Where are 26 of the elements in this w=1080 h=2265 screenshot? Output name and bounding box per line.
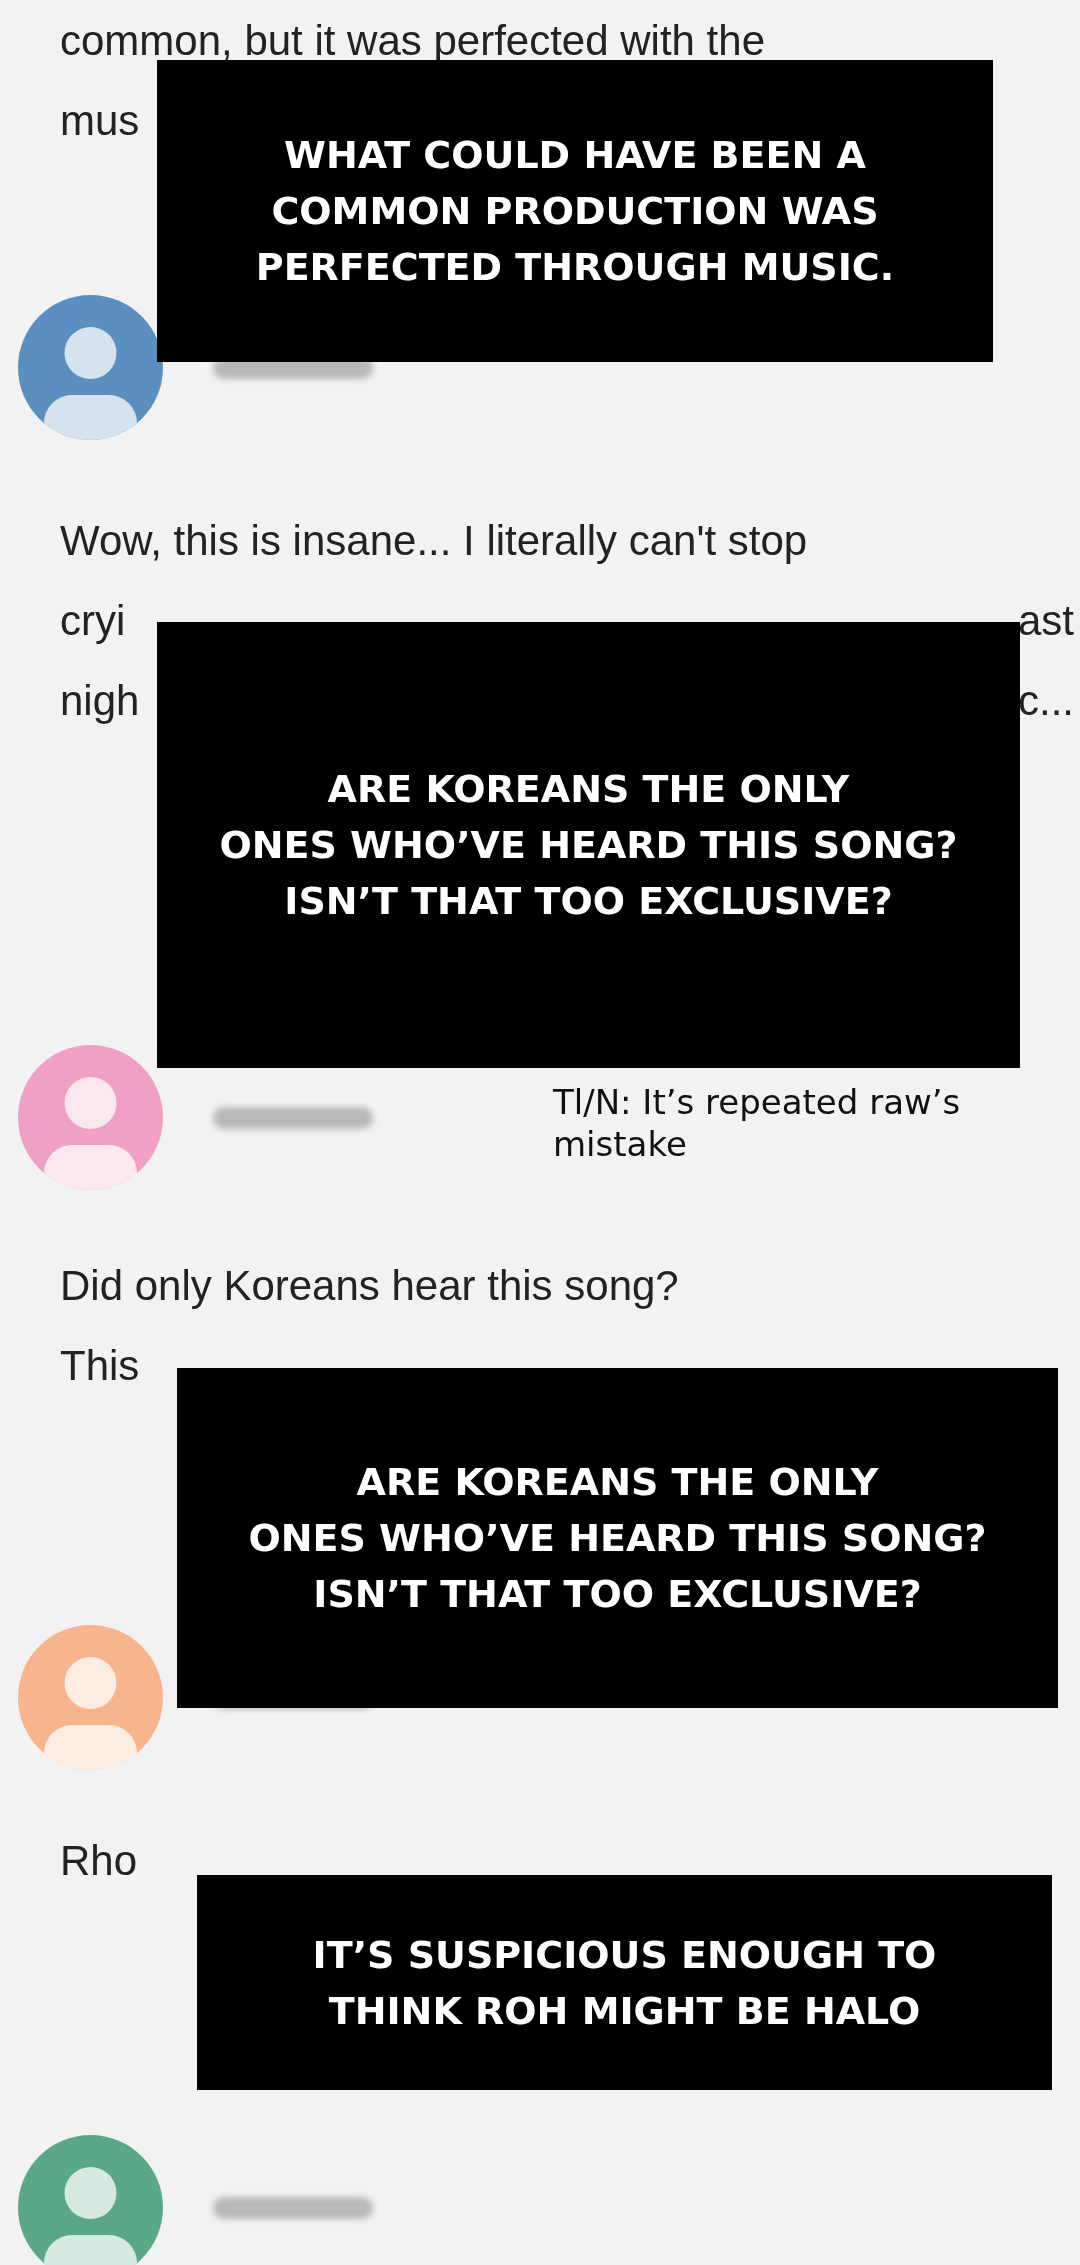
translation-text: COMMON PRODUCTION WAS bbox=[271, 188, 879, 235]
translation-text: IT’S SUSPICIOUS ENOUGH TO bbox=[312, 1931, 937, 1979]
avatar-icon bbox=[18, 2135, 163, 2265]
translation-text: WHAT COULD HAVE BEEN A bbox=[284, 132, 866, 179]
translator-note: Tl/N: It’s repeated raw’s mistake bbox=[553, 1081, 962, 1165]
comment-text: ast bbox=[1017, 595, 1074, 646]
avatar-icon bbox=[18, 295, 163, 440]
avatar-icon bbox=[18, 1045, 163, 1190]
comment-text: cryi bbox=[60, 595, 126, 646]
translation-text: ONES WHO’VE HEARD THIS SONG? bbox=[248, 1515, 987, 1562]
comment-text: Wow, this is insane... I literally can't stop bbox=[60, 515, 808, 566]
translation-text: ONES WHO’VE HEARD THIS SONG? bbox=[219, 822, 958, 869]
comment-text: Did only Koreans hear this song? bbox=[60, 1260, 679, 1311]
translation-text: THINK ROH MIGHT BE HALO bbox=[328, 1987, 921, 2035]
translation-text: ISN’T THAT TOO EXCLUSIVE? bbox=[284, 878, 893, 925]
comment-text: c... bbox=[1018, 675, 1074, 726]
translation-text: PERFECTED THROUGH MUSIC. bbox=[255, 244, 895, 291]
translation-text: ARE KOREANS THE ONLY bbox=[356, 1459, 879, 1506]
comment-text: mus bbox=[60, 95, 140, 146]
comment-text: This bbox=[60, 1340, 140, 1391]
comment-text: Rho bbox=[60, 1835, 138, 1886]
comment-text: nigh bbox=[60, 675, 140, 726]
comment-text: common, but it was perfected with the bbox=[60, 15, 765, 66]
avatar-icon bbox=[18, 1625, 163, 1770]
translation-text: ISN’T THAT TOO EXCLUSIVE? bbox=[313, 1571, 922, 1618]
translation-text: ARE KOREANS THE ONLY bbox=[327, 766, 850, 813]
